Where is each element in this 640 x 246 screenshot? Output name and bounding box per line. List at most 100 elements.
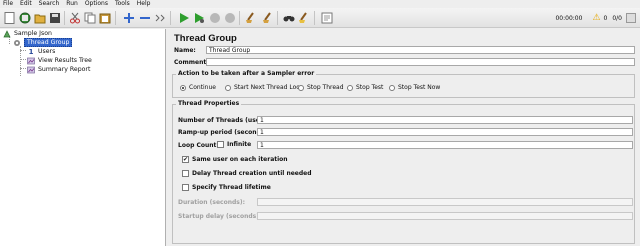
copy-icon[interactable] (83, 11, 96, 24)
menu-file[interactable]: File (3, 0, 13, 8)
radio-continue[interactable]: Continue (180, 84, 216, 91)
radio-label: Stop Test (356, 84, 384, 91)
checkbox-box (182, 170, 189, 177)
radio-stop-test-now[interactable]: Stop Test Now (389, 84, 440, 91)
cut-icon[interactable] (68, 11, 81, 24)
same-user-checkbox[interactable]: ✔ Same user on each iteration (182, 156, 288, 163)
radio-label: Continue (189, 84, 216, 91)
delay-creation-label: Delay Thread creation until needed (192, 170, 312, 177)
running-indicator-icon (626, 13, 636, 23)
menu-search[interactable]: Search (39, 0, 60, 8)
radio-label: Stop Thread (307, 84, 344, 91)
sampler-error-action-group: Action to be taken after a Sampler error… (172, 70, 635, 98)
delay-creation-checkbox[interactable]: Delay Thread creation until needed (182, 170, 312, 177)
tree-node-test-plan[interactable]: Sample Json (3, 29, 52, 38)
clear-all-icon[interactable] (260, 11, 273, 24)
elapsed-timer: 00:00:00 (555, 14, 583, 22)
warning-icon[interactable]: ⚠ (592, 13, 600, 23)
checkbox-box: ✔ (182, 156, 189, 163)
infinite-label: Infinite (227, 141, 252, 148)
function-helper-icon[interactable] (320, 11, 333, 24)
tree-connector (20, 59, 26, 60)
page-title: Thread Group (174, 33, 237, 44)
toolbar: 00:00:00 ⚠ 0 0/0 (0, 8, 640, 28)
rampup-label: Ramp-up period (seconds): (178, 129, 270, 136)
collapse-icon[interactable] (138, 11, 151, 24)
menu-help[interactable]: Help (137, 0, 151, 8)
menu-tools[interactable]: Tools (115, 0, 130, 8)
menu-run[interactable]: Run (66, 0, 78, 8)
threads-field[interactable]: 1 (257, 116, 633, 124)
tree-node-label: Users (38, 48, 56, 55)
status-area: 00:00:00 ⚠ 0 0/0 (555, 12, 636, 24)
radio-stop-test[interactable]: Stop Test (347, 84, 383, 91)
thread-lifetime-label: Specify Thread lifetime (192, 184, 271, 191)
infinite-checkbox[interactable]: Infinite (217, 141, 251, 148)
expand-icon[interactable] (122, 11, 135, 24)
menu-options[interactable]: Options (85, 0, 108, 8)
rampup-field[interactable]: 1 (257, 128, 633, 136)
tree-node-thread-group[interactable]: Thread Group (13, 38, 73, 47)
tree-node-label: View Results Tree (38, 57, 92, 64)
toolbar-separator (64, 11, 65, 25)
save-icon[interactable] (48, 11, 61, 24)
thread-lifetime-checkbox[interactable]: Specify Thread lifetime (182, 184, 271, 191)
clear-icon[interactable] (244, 11, 257, 24)
test-plan-icon (3, 29, 11, 38)
open-icon[interactable] (33, 11, 46, 24)
radio-label: Start Next Thread Loop (234, 84, 304, 91)
warning-count: 0 (603, 14, 608, 22)
stop-icon[interactable] (208, 11, 221, 24)
start-icon[interactable] (177, 11, 190, 24)
tree-node-label: Summary Report (38, 66, 91, 73)
radio-start-next-thread-loop[interactable]: Start Next Thread Loop (225, 84, 304, 91)
loop-count-field[interactable]: 1 (257, 141, 633, 149)
toggle-icon[interactable] (153, 11, 166, 24)
checkbox-box (182, 184, 189, 191)
toolbar-separator (115, 11, 116, 25)
name-field[interactable]: Thread Group (206, 46, 635, 54)
templates-icon[interactable] (18, 11, 31, 24)
paste-icon[interactable] (98, 11, 111, 24)
tree-node-users[interactable]: 1 Users (27, 47, 56, 56)
gear-icon (13, 39, 21, 47)
toolbar-separator (277, 11, 278, 25)
radio-dot (389, 84, 395, 91)
radio-dot (298, 84, 304, 91)
tree-connector (20, 68, 26, 69)
thread-count: 0/0 (612, 14, 622, 22)
tree-node-label: Sample Json (14, 30, 52, 37)
same-user-label: Same user on each iteration (192, 156, 288, 163)
shutdown-icon[interactable] (223, 11, 236, 24)
menubar: File Edit Search Run Options Tools Help (0, 0, 640, 8)
thread-properties-group: Thread Properties Number of Threads (use… (172, 100, 635, 244)
toolbar-separator (170, 11, 171, 25)
reset-search-icon[interactable] (297, 11, 310, 24)
start-no-pause-icon[interactable] (192, 11, 205, 24)
counter-icon: 1 (28, 47, 34, 56)
radio-stop-thread[interactable]: Stop Thread (298, 84, 344, 91)
tree-node-label: Thread Group (24, 38, 73, 47)
tree-node-summary-report[interactable]: Summary Report (27, 65, 90, 74)
tree-connector (20, 50, 26, 51)
duration-field[interactable] (257, 198, 633, 206)
tree-node-view-results-tree[interactable]: View Results Tree (27, 56, 92, 65)
checkbox-box (217, 141, 224, 148)
startup-delay-field[interactable] (257, 212, 633, 220)
test-plan-tree[interactable]: Sample Json Thread Group 1 Users View Re… (0, 29, 166, 246)
thread-group-panel: Thread Group Name: Thread Group Comments… (167, 29, 640, 246)
radio-dot (225, 84, 231, 91)
sampler-error-action-title: Action to be taken after a Sampler error (176, 70, 317, 77)
thread-properties-title: Thread Properties (176, 100, 242, 107)
radio-dot (180, 84, 186, 91)
duration-label: Duration (seconds): (178, 199, 246, 206)
loop-count-label: Loop Count: (178, 142, 219, 149)
startup-delay-label: Startup delay (seconds): (178, 213, 262, 220)
toolbar-separator (239, 11, 240, 25)
menu-edit[interactable]: Edit (20, 0, 32, 8)
comments-field[interactable] (206, 58, 635, 66)
search-icon[interactable] (282, 11, 295, 24)
toolbar-separator (314, 11, 315, 25)
listener-icon (27, 66, 35, 74)
new-icon[interactable] (3, 11, 16, 24)
